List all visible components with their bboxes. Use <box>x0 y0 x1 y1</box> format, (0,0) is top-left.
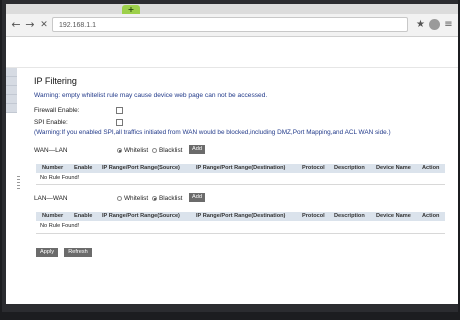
main-content: IP Filtering Warning: empty whitelist ru… <box>34 68 449 298</box>
spi-enable-checkbox[interactable] <box>116 119 123 126</box>
col-action: Action <box>422 213 440 219</box>
lan-wan-table-header: Number Enable IP Range/Port Range(Source… <box>36 212 445 221</box>
col-destination: IP Range/Port Range(Destination) <box>196 165 286 171</box>
wan-lan-whitelist-label: Whitelist <box>124 147 149 154</box>
lan-wan-blacklist-label: Blacklist <box>159 195 183 202</box>
router-header-banner <box>6 37 458 68</box>
nav-item[interactable] <box>6 104 17 113</box>
col-protocol: Protocol <box>302 213 325 219</box>
wan-lan-add-button[interactable]: Add <box>189 145 205 154</box>
browser-toolbar: ← → ✕ 192.168.1.1 ★ ≡ <box>6 14 458 37</box>
refresh-button[interactable]: Refresh <box>64 248 92 257</box>
lan-wan-add-button[interactable]: Add <box>189 193 205 202</box>
col-enable: Enable <box>74 165 93 171</box>
monitor-screen: + ← → ✕ 192.168.1.1 ★ ≡ IP Filtering War… <box>2 0 458 312</box>
page-title: IP Filtering <box>34 76 77 86</box>
firewall-enable-label: Firewall Enable: <box>34 107 80 114</box>
col-protocol: Protocol <box>302 165 325 171</box>
sidebar-resize-handle[interactable] <box>17 176 20 190</box>
lan-wan-label: LAN—WAN <box>34 195 68 202</box>
apply-button[interactable]: Apply <box>36 248 58 257</box>
extension-icon[interactable] <box>429 19 440 30</box>
col-number: Number <box>42 165 64 171</box>
close-icon[interactable]: ✕ <box>37 18 51 32</box>
col-description: Description <box>334 213 365 219</box>
col-device-name: Device Name <box>376 165 411 171</box>
divider <box>36 184 445 185</box>
lan-wan-empty-message: No Rule Found! <box>40 223 80 229</box>
firewall-enable-checkbox[interactable] <box>116 107 123 114</box>
nav-item[interactable] <box>6 86 17 95</box>
spi-enable-label: SPI Enable: <box>34 119 68 126</box>
col-device-name: Device Name <box>376 213 411 219</box>
divider <box>36 233 445 234</box>
lan-wan-whitelist-label: Whitelist <box>124 195 149 202</box>
col-description: Description <box>334 165 365 171</box>
address-bar[interactable]: 192.168.1.1 <box>52 17 408 32</box>
col-number: Number <box>42 213 64 219</box>
col-enable: Enable <box>74 213 93 219</box>
menu-icon[interactable]: ≡ <box>443 19 454 30</box>
nav-item[interactable] <box>6 77 17 86</box>
wan-lan-blacklist-label: Blacklist <box>159 147 183 154</box>
back-arrow-icon[interactable]: ← <box>9 18 23 32</box>
col-source: IP Range/Port Range(Source) <box>102 213 180 219</box>
spi-warning-note: (Warning:If you enabled SPI,all traffics… <box>34 129 391 136</box>
star-icon[interactable]: ★ <box>415 19 426 30</box>
nav-item[interactable] <box>6 95 17 104</box>
tab-strip: + <box>6 4 458 14</box>
col-destination: IP Range/Port Range(Destination) <box>196 213 286 219</box>
wan-lan-blacklist-radio[interactable] <box>152 148 157 153</box>
warning-text: Warning: empty whitelist rule may cause … <box>34 92 268 99</box>
col-source: IP Range/Port Range(Source) <box>102 165 180 171</box>
lan-wan-whitelist-radio[interactable] <box>117 196 122 201</box>
new-tab-button[interactable]: + <box>122 5 140 14</box>
nav-item[interactable] <box>6 68 17 77</box>
wan-lan-whitelist-radio[interactable] <box>117 148 122 153</box>
lan-wan-blacklist-radio[interactable] <box>152 196 157 201</box>
wan-lan-label: WAN—LAN <box>34 147 68 154</box>
browser-window: + ← → ✕ 192.168.1.1 ★ ≡ IP Filtering War… <box>6 4 458 304</box>
col-action: Action <box>422 165 440 171</box>
wan-lan-empty-message: No Rule Found! <box>40 175 80 181</box>
left-nav-menu <box>6 68 17 300</box>
forward-arrow-icon[interactable]: → <box>23 18 37 32</box>
wan-lan-table-header: Number Enable IP Range/Port Range(Source… <box>36 164 445 173</box>
